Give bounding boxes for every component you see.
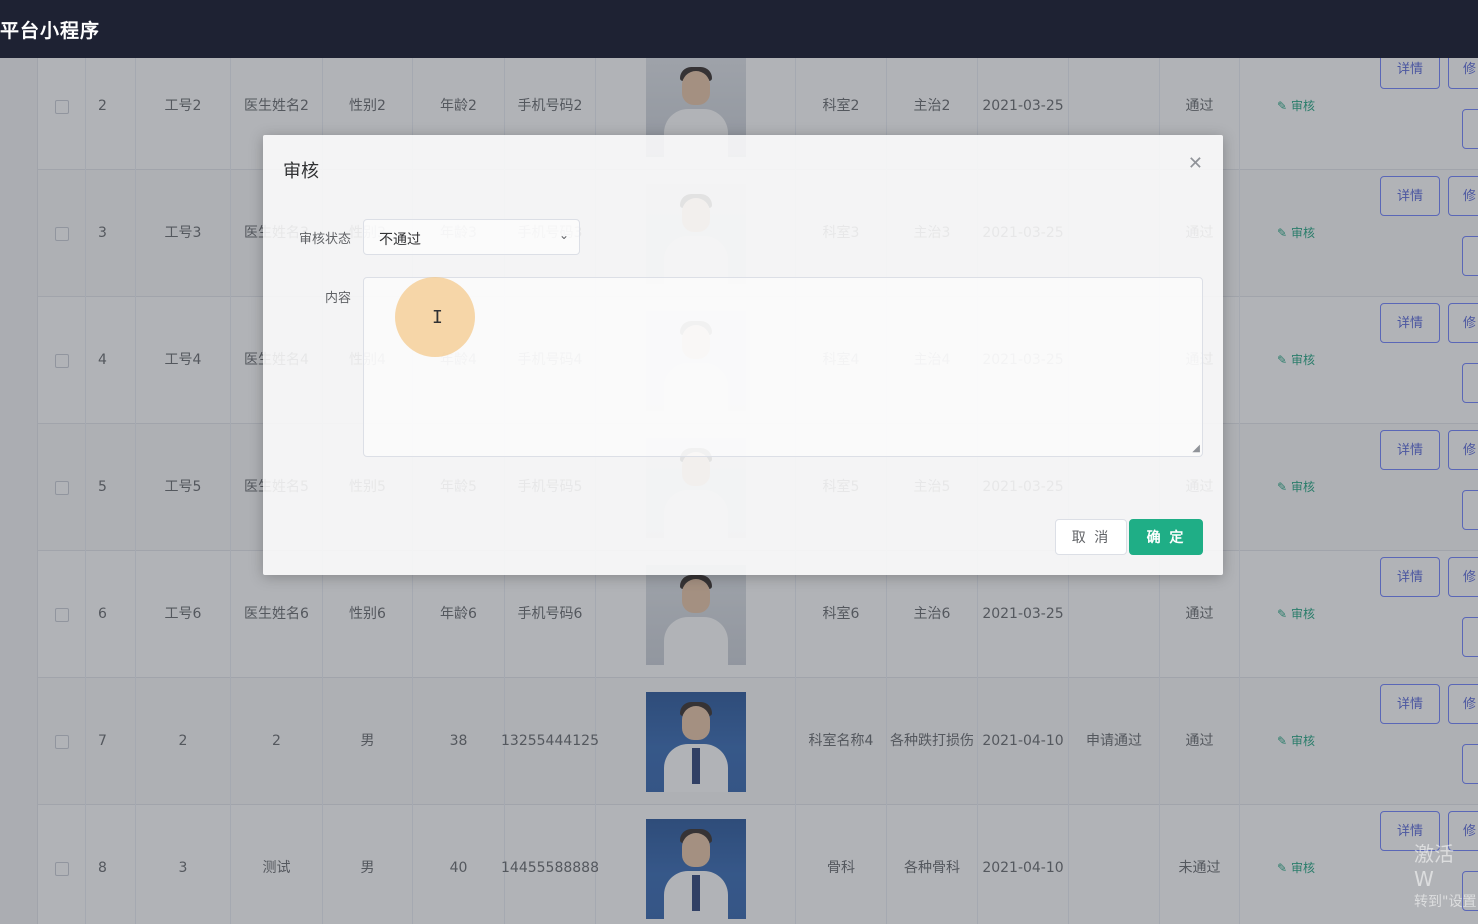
dialog-title: 审核 bbox=[283, 161, 319, 182]
chevron-down-icon: ⌄ bbox=[558, 228, 569, 242]
top-bar: 平台小程序 bbox=[0, 0, 1478, 58]
watermark-line2: 转到"设置 bbox=[1414, 894, 1477, 910]
cancel-button[interactable]: 取 消 bbox=[1055, 519, 1127, 555]
activation-watermark: 激活 W 转到"设置 bbox=[1414, 838, 1478, 911]
confirm-button[interactable]: 确 定 bbox=[1129, 519, 1203, 555]
audit-status-select[interactable]: 不通过 ⌄ bbox=[363, 219, 580, 255]
text-cursor-icon: I bbox=[432, 307, 443, 328]
content-textarea[interactable]: ◢ bbox=[363, 277, 1203, 457]
audit-status-value: 不通过 bbox=[379, 232, 421, 248]
audit-status-label: 审核状态 bbox=[298, 232, 351, 247]
close-icon[interactable]: ✕ bbox=[1188, 153, 1203, 174]
app-title: 平台小程序 bbox=[0, 20, 101, 42]
watermark-line1: 激活 W bbox=[1414, 842, 1454, 891]
resize-handle-icon[interactable]: ◢ bbox=[1192, 443, 1200, 454]
content-label: 内容 bbox=[324, 291, 351, 306]
audit-dialog: 审核 ✕ 审核状态 不通过 ⌄ 内容 ◢ 取 消 确 定 bbox=[263, 135, 1223, 575]
